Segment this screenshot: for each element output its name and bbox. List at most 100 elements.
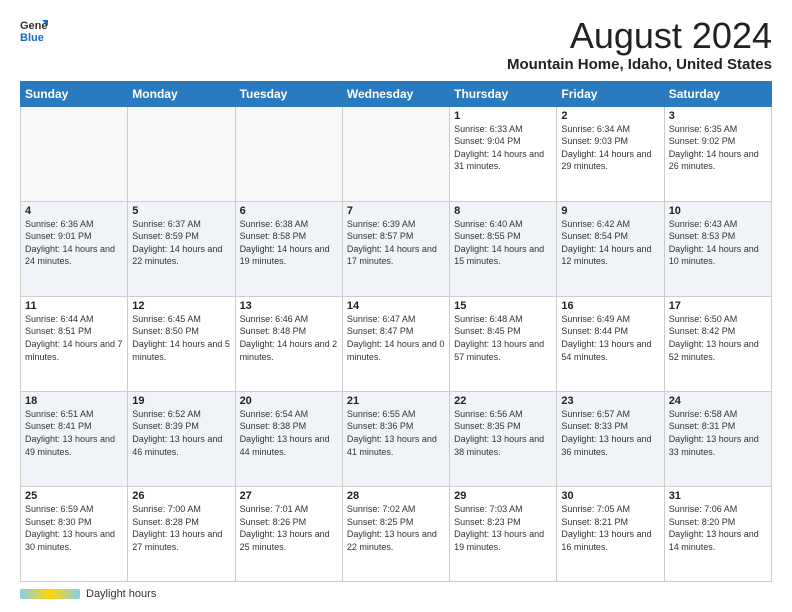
day-info: Sunrise: 6:40 AM Sunset: 8:55 PM Dayligh… xyxy=(454,218,552,268)
calendar-cell: 2Sunrise: 6:34 AM Sunset: 9:03 PM Daylig… xyxy=(557,106,664,201)
day-number: 26 xyxy=(132,490,230,502)
subtitle: Mountain Home, Idaho, United States xyxy=(507,56,772,73)
day-info: Sunrise: 6:37 AM Sunset: 8:59 PM Dayligh… xyxy=(132,218,230,268)
day-info: Sunrise: 6:43 AM Sunset: 8:53 PM Dayligh… xyxy=(669,218,767,268)
calendar-header-saturday: Saturday xyxy=(664,81,771,106)
day-number: 13 xyxy=(240,300,338,312)
day-number: 5 xyxy=(132,205,230,217)
calendar-week-2: 4Sunrise: 6:36 AM Sunset: 9:01 PM Daylig… xyxy=(21,201,772,296)
day-info: Sunrise: 7:03 AM Sunset: 8:23 PM Dayligh… xyxy=(454,503,552,553)
day-info: Sunrise: 6:39 AM Sunset: 8:57 PM Dayligh… xyxy=(347,218,445,268)
calendar-table: SundayMondayTuesdayWednesdayThursdayFrid… xyxy=(20,81,772,582)
day-info: Sunrise: 7:02 AM Sunset: 8:25 PM Dayligh… xyxy=(347,503,445,553)
day-number: 27 xyxy=(240,490,338,502)
day-number: 24 xyxy=(669,395,767,407)
footer: Daylight hours xyxy=(20,588,772,600)
day-number: 2 xyxy=(561,110,659,122)
calendar-cell: 3Sunrise: 6:35 AM Sunset: 9:02 PM Daylig… xyxy=(664,106,771,201)
calendar-cell xyxy=(21,106,128,201)
calendar-cell: 1Sunrise: 6:33 AM Sunset: 9:04 PM Daylig… xyxy=(450,106,557,201)
day-info: Sunrise: 7:00 AM Sunset: 8:28 PM Dayligh… xyxy=(132,503,230,553)
day-info: Sunrise: 6:50 AM Sunset: 8:42 PM Dayligh… xyxy=(669,313,767,363)
calendar-cell: 29Sunrise: 7:03 AM Sunset: 8:23 PM Dayli… xyxy=(450,486,557,581)
day-number: 1 xyxy=(454,110,552,122)
calendar-cell: 7Sunrise: 6:39 AM Sunset: 8:57 PM Daylig… xyxy=(342,201,449,296)
day-info: Sunrise: 6:48 AM Sunset: 8:45 PM Dayligh… xyxy=(454,313,552,363)
calendar-cell: 26Sunrise: 7:00 AM Sunset: 8:28 PM Dayli… xyxy=(128,486,235,581)
day-info: Sunrise: 6:42 AM Sunset: 8:54 PM Dayligh… xyxy=(561,218,659,268)
calendar-cell: 30Sunrise: 7:05 AM Sunset: 8:21 PM Dayli… xyxy=(557,486,664,581)
calendar-header-wednesday: Wednesday xyxy=(342,81,449,106)
calendar-cell: 20Sunrise: 6:54 AM Sunset: 8:38 PM Dayli… xyxy=(235,391,342,486)
calendar-cell: 27Sunrise: 7:01 AM Sunset: 8:26 PM Dayli… xyxy=(235,486,342,581)
calendar-cell: 23Sunrise: 6:57 AM Sunset: 8:33 PM Dayli… xyxy=(557,391,664,486)
calendar-cell: 10Sunrise: 6:43 AM Sunset: 8:53 PM Dayli… xyxy=(664,201,771,296)
day-info: Sunrise: 6:49 AM Sunset: 8:44 PM Dayligh… xyxy=(561,313,659,363)
day-number: 7 xyxy=(347,205,445,217)
day-info: Sunrise: 6:35 AM Sunset: 9:02 PM Dayligh… xyxy=(669,123,767,173)
day-info: Sunrise: 6:52 AM Sunset: 8:39 PM Dayligh… xyxy=(132,408,230,458)
svg-text:Blue: Blue xyxy=(20,32,44,44)
calendar-cell: 9Sunrise: 6:42 AM Sunset: 8:54 PM Daylig… xyxy=(557,201,664,296)
calendar-header-sunday: Sunday xyxy=(21,81,128,106)
day-number: 6 xyxy=(240,205,338,217)
calendar-cell: 16Sunrise: 6:49 AM Sunset: 8:44 PM Dayli… xyxy=(557,296,664,391)
day-info: Sunrise: 6:33 AM Sunset: 9:04 PM Dayligh… xyxy=(454,123,552,173)
day-number: 4 xyxy=(25,205,123,217)
calendar-cell: 25Sunrise: 6:59 AM Sunset: 8:30 PM Dayli… xyxy=(21,486,128,581)
day-number: 23 xyxy=(561,395,659,407)
day-number: 22 xyxy=(454,395,552,407)
calendar-header-row: SundayMondayTuesdayWednesdayThursdayFrid… xyxy=(21,81,772,106)
day-number: 8 xyxy=(454,205,552,217)
calendar-cell: 28Sunrise: 7:02 AM Sunset: 8:25 PM Dayli… xyxy=(342,486,449,581)
calendar-cell: 5Sunrise: 6:37 AM Sunset: 8:59 PM Daylig… xyxy=(128,201,235,296)
day-info: Sunrise: 6:56 AM Sunset: 8:35 PM Dayligh… xyxy=(454,408,552,458)
day-number: 15 xyxy=(454,300,552,312)
calendar-cell: 17Sunrise: 6:50 AM Sunset: 8:42 PM Dayli… xyxy=(664,296,771,391)
calendar-cell: 31Sunrise: 7:06 AM Sunset: 8:20 PM Dayli… xyxy=(664,486,771,581)
day-info: Sunrise: 6:58 AM Sunset: 8:31 PM Dayligh… xyxy=(669,408,767,458)
calendar-cell: 12Sunrise: 6:45 AM Sunset: 8:50 PM Dayli… xyxy=(128,296,235,391)
day-info: Sunrise: 6:47 AM Sunset: 8:47 PM Dayligh… xyxy=(347,313,445,363)
day-number: 30 xyxy=(561,490,659,502)
day-info: Sunrise: 6:45 AM Sunset: 8:50 PM Dayligh… xyxy=(132,313,230,363)
calendar-header-friday: Friday xyxy=(557,81,664,106)
day-number: 17 xyxy=(669,300,767,312)
day-info: Sunrise: 6:36 AM Sunset: 9:01 PM Dayligh… xyxy=(25,218,123,268)
calendar-cell: 11Sunrise: 6:44 AM Sunset: 8:51 PM Dayli… xyxy=(21,296,128,391)
day-number: 18 xyxy=(25,395,123,407)
day-info: Sunrise: 7:01 AM Sunset: 8:26 PM Dayligh… xyxy=(240,503,338,553)
calendar-week-1: 1Sunrise: 6:33 AM Sunset: 9:04 PM Daylig… xyxy=(21,106,772,201)
day-info: Sunrise: 6:59 AM Sunset: 8:30 PM Dayligh… xyxy=(25,503,123,553)
calendar-cell xyxy=(342,106,449,201)
day-number: 31 xyxy=(669,490,767,502)
day-number: 9 xyxy=(561,205,659,217)
calendar-cell: 21Sunrise: 6:55 AM Sunset: 8:36 PM Dayli… xyxy=(342,391,449,486)
day-number: 21 xyxy=(347,395,445,407)
day-number: 25 xyxy=(25,490,123,502)
calendar-cell: 18Sunrise: 6:51 AM Sunset: 8:41 PM Dayli… xyxy=(21,391,128,486)
calendar-cell: 19Sunrise: 6:52 AM Sunset: 8:39 PM Dayli… xyxy=(128,391,235,486)
calendar-cell: 4Sunrise: 6:36 AM Sunset: 9:01 PM Daylig… xyxy=(21,201,128,296)
day-info: Sunrise: 6:55 AM Sunset: 8:36 PM Dayligh… xyxy=(347,408,445,458)
main-title: August 2024 xyxy=(507,16,772,56)
day-info: Sunrise: 6:51 AM Sunset: 8:41 PM Dayligh… xyxy=(25,408,123,458)
calendar-cell: 22Sunrise: 6:56 AM Sunset: 8:35 PM Dayli… xyxy=(450,391,557,486)
calendar-header-tuesday: Tuesday xyxy=(235,81,342,106)
calendar-cell: 8Sunrise: 6:40 AM Sunset: 8:55 PM Daylig… xyxy=(450,201,557,296)
day-info: Sunrise: 7:06 AM Sunset: 8:20 PM Dayligh… xyxy=(669,503,767,553)
day-info: Sunrise: 6:57 AM Sunset: 8:33 PM Dayligh… xyxy=(561,408,659,458)
calendar-cell xyxy=(235,106,342,201)
day-number: 19 xyxy=(132,395,230,407)
calendar-week-3: 11Sunrise: 6:44 AM Sunset: 8:51 PM Dayli… xyxy=(21,296,772,391)
calendar-cell: 13Sunrise: 6:46 AM Sunset: 8:48 PM Dayli… xyxy=(235,296,342,391)
calendar-week-5: 25Sunrise: 6:59 AM Sunset: 8:30 PM Dayli… xyxy=(21,486,772,581)
calendar-header-thursday: Thursday xyxy=(450,81,557,106)
calendar-cell xyxy=(128,106,235,201)
day-number: 11 xyxy=(25,300,123,312)
logo-icon: General Blue xyxy=(20,16,48,44)
day-info: Sunrise: 6:54 AM Sunset: 8:38 PM Dayligh… xyxy=(240,408,338,458)
day-info: Sunrise: 6:34 AM Sunset: 9:03 PM Dayligh… xyxy=(561,123,659,173)
day-info: Sunrise: 6:38 AM Sunset: 8:58 PM Dayligh… xyxy=(240,218,338,268)
calendar-cell: 24Sunrise: 6:58 AM Sunset: 8:31 PM Dayli… xyxy=(664,391,771,486)
